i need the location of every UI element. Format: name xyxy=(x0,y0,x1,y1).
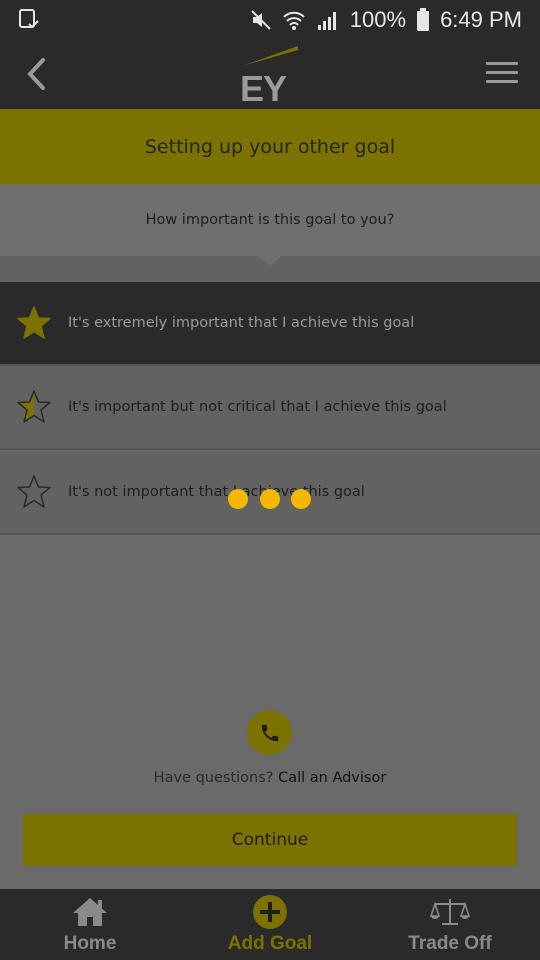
battery-percent: 100% xyxy=(349,7,407,32)
option-label: It's important but not critical that I a… xyxy=(68,399,447,415)
nav-label: Trade Off xyxy=(408,933,492,954)
option-label: It's extremely important that I achieve … xyxy=(68,315,415,331)
nav-label: Home xyxy=(63,933,117,954)
status-bar: 100% 6:49 PM xyxy=(0,0,540,40)
call-advisor-link[interactable]: Call an Advisor xyxy=(278,770,386,786)
loading-dot xyxy=(260,489,280,509)
bottom-nav: Home Add Goal Trade Off xyxy=(0,889,540,960)
page-title-band: Setting up your other goal xyxy=(0,109,540,184)
advisor-prompt: Have questions? Call an Advisor xyxy=(0,770,540,786)
clock: 6:49 PM xyxy=(440,7,522,32)
back-button[interactable] xyxy=(18,54,54,94)
star-outline-icon xyxy=(17,475,51,508)
chevron-left-icon xyxy=(27,58,45,90)
option-label: It's not important that I achieve this g… xyxy=(68,484,365,500)
star-filled-icon xyxy=(17,306,51,339)
screen-check-icon xyxy=(19,9,39,29)
app-header: EY xyxy=(0,40,540,109)
continue-label: Continue xyxy=(231,830,309,850)
signal-icon xyxy=(317,12,336,30)
continue-button[interactable]: Continue xyxy=(23,814,517,866)
hamburger-menu-icon xyxy=(486,62,518,83)
star-half-icon xyxy=(17,390,51,423)
nav-trade-off[interactable]: Trade Off xyxy=(360,889,540,960)
nav-label: Add Goal xyxy=(227,933,313,954)
mute-icon xyxy=(251,10,271,30)
question-text: How important is this goal to you? xyxy=(145,212,395,228)
phone-icon xyxy=(261,724,278,741)
option-extremely-important[interactable]: It's extremely important that I achieve … xyxy=(0,282,540,366)
nav-add-goal[interactable]: Add Goal xyxy=(180,889,360,960)
page-title: Setting up your other goal xyxy=(144,135,396,158)
logo-text: EY xyxy=(240,68,287,109)
loading-dot xyxy=(228,489,248,509)
home-icon xyxy=(73,898,107,926)
option-important-not-critical[interactable]: It's important but not critical that I a… xyxy=(0,366,540,450)
nav-home[interactable]: Home xyxy=(0,889,180,960)
ey-logo: EY xyxy=(238,44,302,109)
advisor-question: Have questions? xyxy=(153,770,274,786)
loading-dot xyxy=(291,489,311,509)
call-advisor-button[interactable] xyxy=(247,710,292,755)
menu-button[interactable] xyxy=(484,58,520,90)
question-banner: How important is this goal to you? xyxy=(0,184,540,256)
question-pointer xyxy=(256,254,284,266)
loading-indicator xyxy=(228,488,314,510)
battery-icon xyxy=(417,8,430,31)
wifi-icon xyxy=(283,11,305,30)
add-circle-icon xyxy=(253,895,287,929)
scale-icon xyxy=(430,899,470,925)
